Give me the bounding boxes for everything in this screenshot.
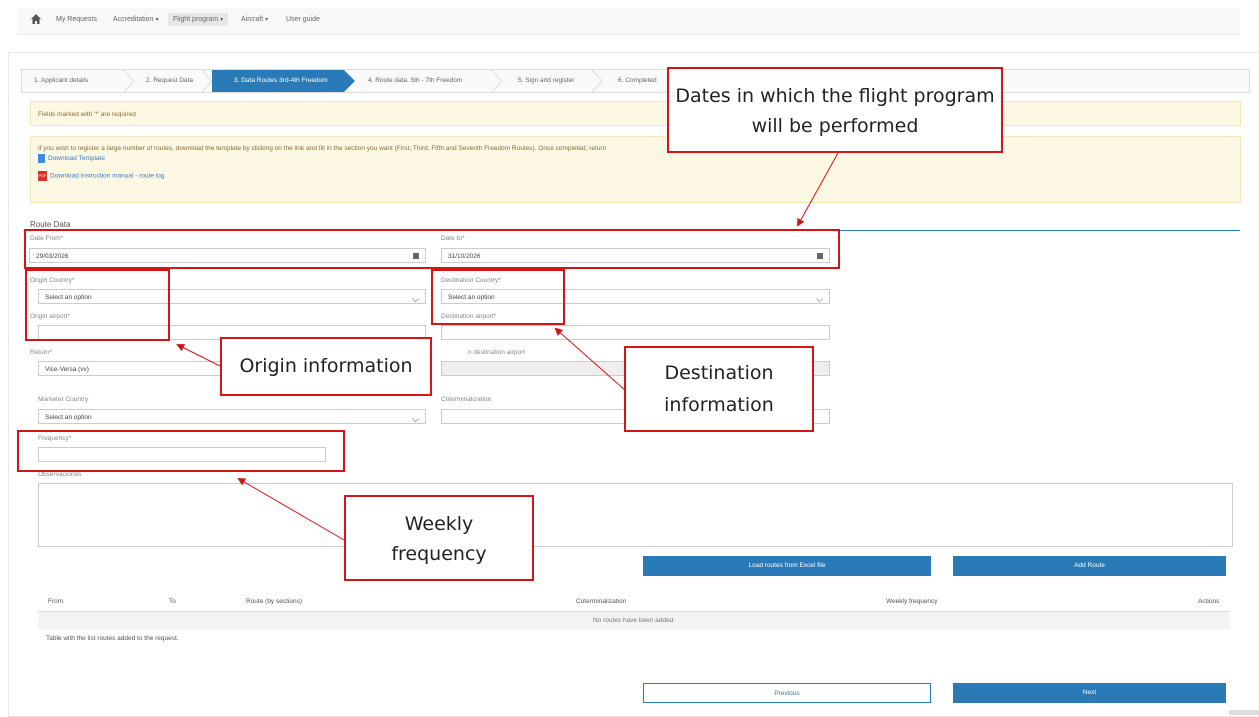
origin-callout: Origin information: [220, 337, 432, 396]
dates-callout: Dates in which the flight program will b…: [667, 67, 1003, 153]
frequency-callout: Weekly frequency: [344, 495, 534, 581]
destination-callout: Destination information: [624, 346, 814, 432]
